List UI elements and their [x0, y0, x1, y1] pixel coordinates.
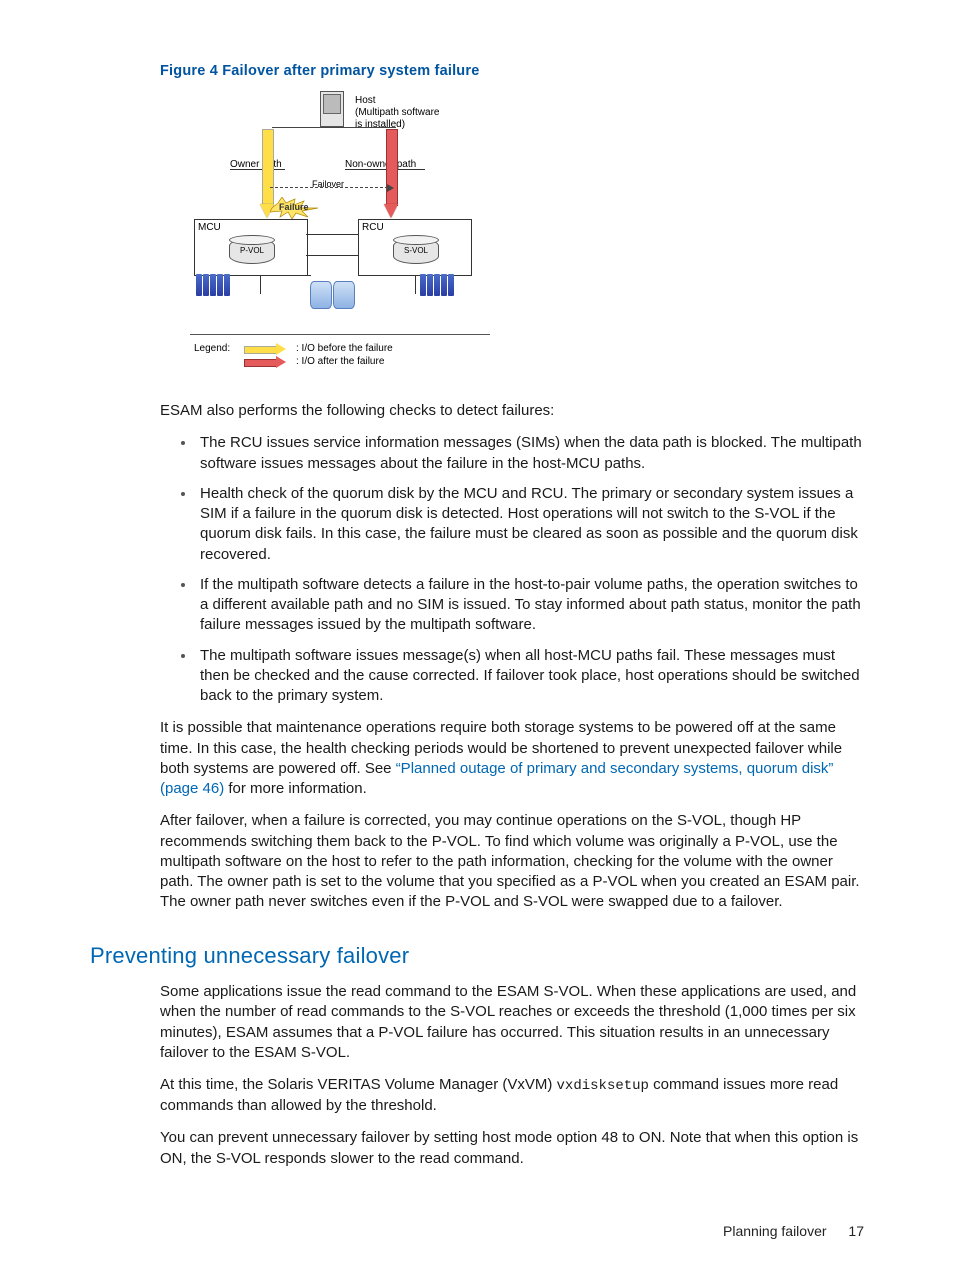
legend-before-arrow-icon — [244, 344, 288, 354]
diagram-canvas: Host (Multipath software is installed) O… — [180, 89, 510, 389]
figure-diagram: Host (Multipath software is installed) O… — [180, 89, 510, 389]
connector-line — [330, 127, 396, 128]
owner-path-underline — [230, 169, 285, 170]
host-label: Host (Multipath software is installed) — [355, 95, 495, 131]
connector-line — [272, 127, 330, 128]
disk-array-right-icon — [420, 274, 466, 296]
page: Figure 4 Failover after primary system f… — [0, 0, 954, 1271]
rcu-label: RCU — [362, 222, 384, 233]
nonowner-path-arrow — [386, 129, 398, 206]
failover-arrow — [270, 187, 388, 188]
legend-after-arrow-icon — [244, 357, 288, 367]
pvol-cylinder: P-VOL — [229, 238, 275, 264]
prevent-2a: At this time, the Solaris VERITAS Volume… — [160, 1076, 557, 1093]
failure-label: Failure — [279, 202, 309, 212]
list-item: The RCU issues service information messa… — [196, 433, 864, 474]
host-icon — [320, 91, 344, 127]
page-number: 17 — [848, 1223, 864, 1239]
mcu-label: MCU — [198, 222, 221, 233]
prevent-paragraph-2: At this time, the Solaris VERITAS Volume… — [160, 1075, 864, 1116]
nonowner-path-arrowhead — [384, 204, 398, 218]
owner-path-arrow — [262, 129, 274, 206]
vxdisksetup-command: vxdisksetup — [557, 1078, 649, 1094]
legend-before-text: : I/O before the failure — [296, 343, 393, 354]
list-item: Health check of the quorum disk by the M… — [196, 484, 864, 565]
maintenance-text-b: for more information. — [224, 780, 367, 797]
quorum-link-right — [365, 275, 416, 294]
after-failover-paragraph: After failover, when a failure is correc… — [160, 811, 864, 912]
intro-paragraph: ESAM also performs the following checks … — [160, 401, 864, 421]
prevent-paragraph-3: You can prevent unnecessary failover by … — [160, 1128, 864, 1169]
rcu-box: RCU S-VOL — [358, 219, 472, 276]
legend-after-text: : I/O after the failure — [296, 356, 384, 367]
checks-list: The RCU issues service information messa… — [160, 433, 864, 706]
legend: Legend: : I/O before the failure : I/O a… — [190, 334, 490, 369]
section-heading-preventing: Preventing unnecessary failover — [90, 941, 864, 971]
prevent-paragraph-1: Some applications issue the read command… — [160, 982, 864, 1063]
list-item: If the multipath software detects a fail… — [196, 575, 864, 636]
quorum-link-left — [260, 275, 311, 294]
svol-cylinder: S-VOL — [393, 238, 439, 264]
body-text: ESAM also performs the following checks … — [160, 401, 864, 1169]
footer-section-title: Planning failover — [723, 1223, 827, 1239]
maintenance-paragraph: It is possible that maintenance operatio… — [160, 718, 864, 799]
quorum-disk-icon — [310, 281, 364, 309]
mcu-rcu-link — [306, 234, 358, 256]
nonowner-path-underline — [345, 169, 425, 170]
page-footer: Planning failover 17 — [723, 1223, 864, 1239]
list-item: The multipath software issues message(s)… — [196, 646, 864, 707]
disk-array-left-icon — [196, 274, 242, 296]
legend-key-label: Legend: — [194, 343, 244, 354]
figure-caption: Figure 4 Failover after primary system f… — [160, 63, 864, 79]
mcu-box: MCU P-VOL — [194, 219, 308, 276]
